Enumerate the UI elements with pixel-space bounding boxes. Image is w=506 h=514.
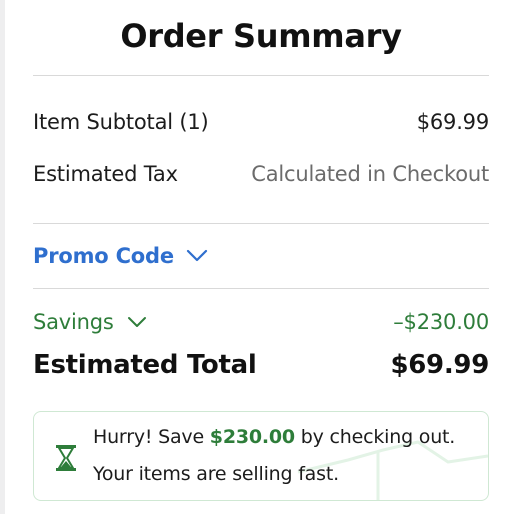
estimated-tax-value: Calculated in Checkout	[251, 162, 489, 186]
hourglass-icon	[54, 444, 78, 472]
hurry-prefix: Hurry! Save	[93, 426, 210, 448]
savings-value: –$230.00	[393, 310, 489, 334]
promo-code-label: Promo Code	[33, 244, 174, 268]
estimated-total-row: Estimated Total $69.99	[33, 343, 489, 387]
hurry-banner: Hurry! Save $230.00 by checking out. You…	[33, 411, 489, 501]
order-summary-panel: Order Summary Item Subtotal (1) $69.99 E…	[33, 0, 489, 387]
item-subtotal-value: $69.99	[416, 110, 489, 134]
hurry-subtext: Your items are selling fast.	[93, 463, 339, 485]
estimated-tax-row: Estimated Tax Calculated in Checkout	[33, 148, 489, 200]
order-summary-title: Order Summary	[120, 17, 402, 55]
hurry-message: Hurry! Save $230.00 by checking out.	[93, 426, 455, 448]
estimated-total-label: Estimated Total	[33, 350, 257, 380]
divider	[33, 75, 489, 76]
left-border	[0, 0, 5, 514]
promo-code-toggle[interactable]: Promo Code	[33, 224, 489, 288]
savings-toggle[interactable]: Savings	[33, 310, 148, 334]
item-subtotal-row: Item Subtotal (1) $69.99	[33, 96, 489, 148]
estimated-tax-label: Estimated Tax	[33, 162, 178, 186]
savings-label: Savings	[33, 310, 114, 334]
item-subtotal-label: Item Subtotal (1)	[33, 110, 209, 134]
hurry-savings-amount: $230.00	[209, 426, 295, 448]
chevron-down-icon	[126, 315, 148, 329]
chevron-down-icon	[186, 249, 208, 263]
hurry-suffix: by checking out.	[294, 426, 456, 448]
estimated-total-value: $69.99	[390, 350, 489, 380]
